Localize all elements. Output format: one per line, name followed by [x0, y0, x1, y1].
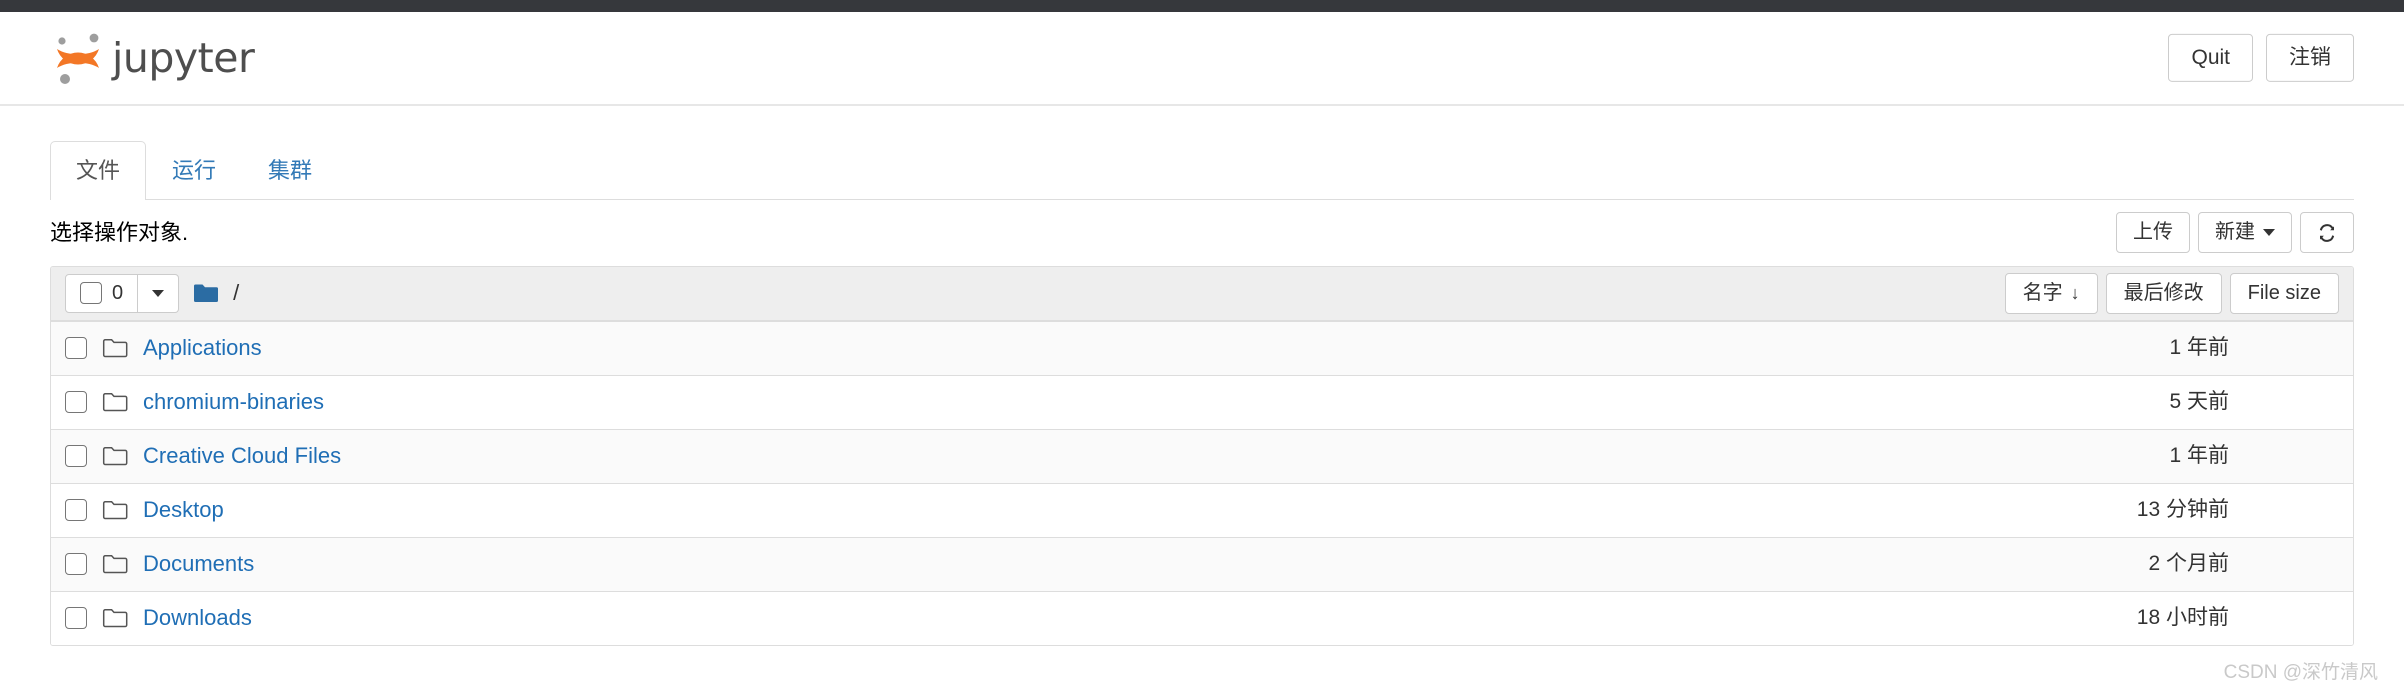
- row-left: Applications: [65, 333, 2169, 363]
- upload-button-label: 上传: [2133, 221, 2173, 244]
- action-buttons: 上传 新建: [2116, 212, 2354, 254]
- folder-icon: [102, 553, 128, 575]
- select-items-note: 选择操作对象.: [50, 219, 189, 245]
- table-row[interactable]: Applications 1 年前: [51, 320, 2353, 375]
- file-list-header-left: 0 /: [65, 273, 239, 313]
- row-left: Documents: [65, 549, 2148, 579]
- select-all-group: 0: [65, 273, 180, 313]
- top-dark-strip: [0, 0, 2404, 12]
- select-all-button[interactable]: 0: [65, 273, 139, 313]
- row-left: Creative Cloud Files: [65, 441, 2169, 471]
- checkbox-unchecked-icon[interactable]: [65, 607, 87, 630]
- checkbox-unchecked-icon[interactable]: [80, 282, 102, 305]
- jupyter-logo-icon: [50, 29, 104, 87]
- table-row[interactable]: Creative Cloud Files 1 年前: [51, 428, 2353, 483]
- tab-files[interactable]: 文件: [50, 141, 147, 200]
- file-list-container: 0 / 名字 ↓ 最后修改 File size Applications 1 年…: [50, 265, 2354, 646]
- row-left: Downloads: [65, 603, 2137, 633]
- file-list-header: 0 / 名字 ↓ 最后修改 File size: [51, 266, 2353, 321]
- action-row: 选择操作对象. 上传 新建: [50, 200, 2354, 266]
- select-dropdown-button[interactable]: [138, 273, 180, 313]
- arrow-down-icon: ↓: [2070, 283, 2080, 304]
- tabs-wrapper: 文件 运行 集群: [0, 141, 2404, 200]
- row-modified: 5 天前: [2169, 390, 2229, 414]
- table-row[interactable]: chromium-binaries 5 天前: [51, 374, 2353, 429]
- folder-icon: [102, 445, 128, 467]
- sort-name-label: 名字: [2022, 281, 2063, 304]
- jupyter-brand-link[interactable]: jupyter: [50, 29, 255, 87]
- table-row[interactable]: Downloads 18 小时前: [51, 590, 2353, 645]
- item-name-link[interactable]: Applications: [143, 333, 262, 363]
- breadcrumb[interactable]: /: [233, 278, 239, 308]
- item-name-link[interactable]: chromium-binaries: [143, 387, 324, 417]
- tab-clusters[interactable]: 集群: [242, 141, 338, 200]
- logout-button[interactable]: 注销: [2266, 33, 2354, 83]
- table-row[interactable]: Documents 2 个月前: [51, 536, 2353, 591]
- row-left: Desktop: [65, 495, 2137, 525]
- row-modified: 1 年前: [2169, 336, 2229, 360]
- item-name-link[interactable]: Downloads: [143, 603, 252, 633]
- new-button-label: 新建: [2215, 221, 2255, 244]
- row-left: chromium-binaries: [65, 387, 2169, 417]
- file-list-sort-buttons: 名字 ↓ 最后修改 File size: [2004, 272, 2339, 314]
- header-buttons: Quit 注销: [2168, 33, 2354, 83]
- row-modified: 2 个月前: [2148, 552, 2229, 576]
- checkbox-unchecked-icon[interactable]: [65, 391, 87, 414]
- sort-by-modified-button[interactable]: 最后修改: [2105, 272, 2222, 314]
- tab-running[interactable]: 运行: [146, 141, 242, 200]
- caret-down-icon: [2263, 229, 2275, 237]
- checkbox-unchecked-icon[interactable]: [65, 553, 87, 576]
- table-row[interactable]: Desktop 13 分钟前: [51, 482, 2353, 537]
- row-modified: 18 小时前: [2136, 606, 2229, 630]
- folder-icon: [102, 391, 128, 413]
- selected-count: 0: [112, 281, 124, 304]
- refresh-button[interactable]: [2300, 212, 2354, 254]
- checkbox-unchecked-icon[interactable]: [65, 337, 87, 360]
- item-name-link[interactable]: Creative Cloud Files: [143, 441, 341, 471]
- brand-text: jupyter: [112, 33, 255, 82]
- new-button[interactable]: 新建: [2198, 212, 2292, 254]
- folder-icon: [102, 607, 128, 629]
- refresh-icon: [2317, 223, 2337, 243]
- caret-down-icon: [152, 289, 165, 297]
- sort-by-name-button[interactable]: 名字 ↓: [2004, 272, 2098, 314]
- row-modified: 13 分钟前: [2136, 498, 2229, 522]
- upload-button[interactable]: 上传: [2116, 212, 2190, 254]
- main-tabs: 文件 运行 集群: [50, 141, 2354, 200]
- checkbox-unchecked-icon[interactable]: [65, 499, 87, 522]
- folder-filled-icon: [193, 282, 219, 304]
- sort-by-filesize-button[interactable]: File size: [2229, 272, 2339, 314]
- folder-icon: [102, 337, 128, 359]
- row-modified: 1 年前: [2169, 444, 2229, 468]
- quit-button[interactable]: Quit: [2168, 33, 2253, 83]
- folder-icon: [102, 499, 128, 521]
- item-name-link[interactable]: Desktop: [143, 495, 224, 525]
- app-header: jupyter Quit 注销: [0, 12, 2404, 106]
- item-name-link[interactable]: Documents: [143, 549, 254, 579]
- csdn-watermark: CSDN @深竹清风: [2223, 662, 2378, 684]
- checkbox-unchecked-icon[interactable]: [65, 445, 87, 468]
